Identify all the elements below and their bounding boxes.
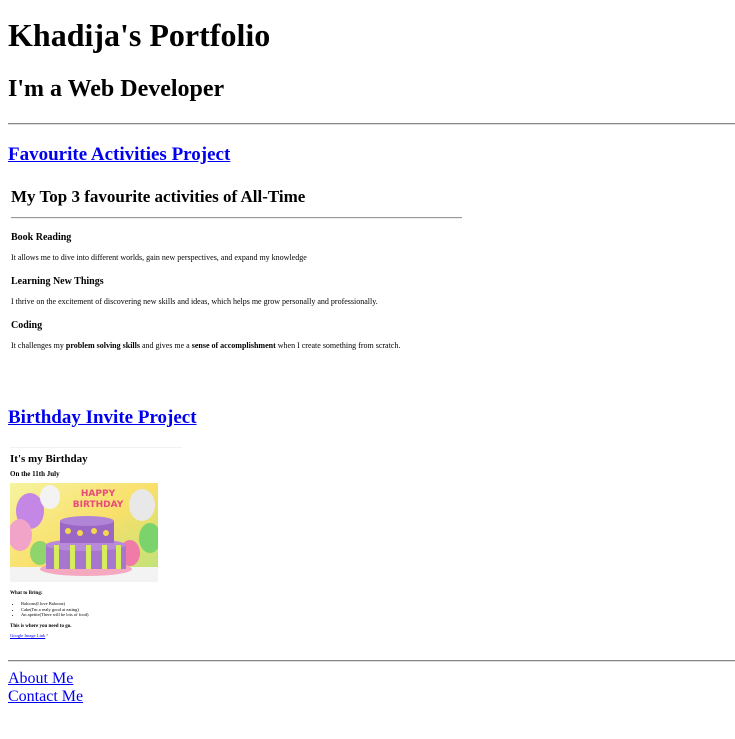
activity-description: I thrive on the excitement of discoverin… bbox=[11, 297, 378, 306]
text: when I create something from scratch. bbox=[275, 341, 401, 350]
external-link-icon: ° bbox=[46, 632, 49, 638]
invite-date: On the 11th July bbox=[10, 470, 60, 478]
text: It challenges my bbox=[11, 341, 66, 350]
activities-heading: My Top 3 favourite activities of All-Tim… bbox=[11, 187, 306, 206]
bring-list: Baloons(I love Baloons) Cake(I'm a realy… bbox=[10, 601, 182, 618]
activity-description: It challenges my problem solving skills … bbox=[11, 341, 463, 351]
favourite-activities-preview: My Top 3 favourite activities of All-Tim… bbox=[11, 185, 463, 351]
bold-text: problem solving skills bbox=[65, 341, 140, 350]
where-label: This is where you need to go. bbox=[10, 623, 72, 629]
activity-description: It allows me to dive into different worl… bbox=[11, 253, 307, 262]
contact-me-link[interactable]: Contact Me bbox=[8, 688, 83, 706]
cake-topper-text: HAPPY BIRTHDAY bbox=[72, 489, 124, 510]
activity-name: Book Reading bbox=[11, 232, 72, 243]
bring-label: What to Bring: bbox=[10, 591, 43, 596]
page-title: Khadija's Portfolio bbox=[8, 17, 271, 53]
bold-text: sense of accomplishment bbox=[191, 341, 276, 350]
activity-name: Coding bbox=[11, 320, 43, 331]
text: and gives me a bbox=[139, 341, 192, 350]
activities-divider bbox=[11, 217, 462, 219]
birthday-invite-project-link[interactable]: Birthday Invite Project bbox=[8, 406, 197, 430]
favourite-activities-project-link[interactable]: Favourite Activities Project bbox=[8, 143, 230, 167]
divider-top bbox=[8, 123, 735, 125]
list-item: An apetite(There will be lots of food) bbox=[21, 612, 182, 618]
about-me-link[interactable]: About Me bbox=[8, 670, 73, 688]
birthday-cake-image: HAPPY BIRTHDAY bbox=[10, 483, 158, 582]
invite-heading: It's my Birthday bbox=[10, 453, 88, 465]
divider-bottom bbox=[8, 660, 735, 662]
birthday-invite-preview: It's my Birthday On the 11th July HAPPY … bbox=[10, 447, 182, 639]
google-image-link-row: Google Image Link ° bbox=[10, 633, 182, 639]
activity-name: Learning New Things bbox=[11, 276, 104, 287]
google-image-link[interactable]: Google Image Link bbox=[10, 633, 45, 638]
page-subtitle: I'm a Web Developer bbox=[8, 76, 225, 102]
